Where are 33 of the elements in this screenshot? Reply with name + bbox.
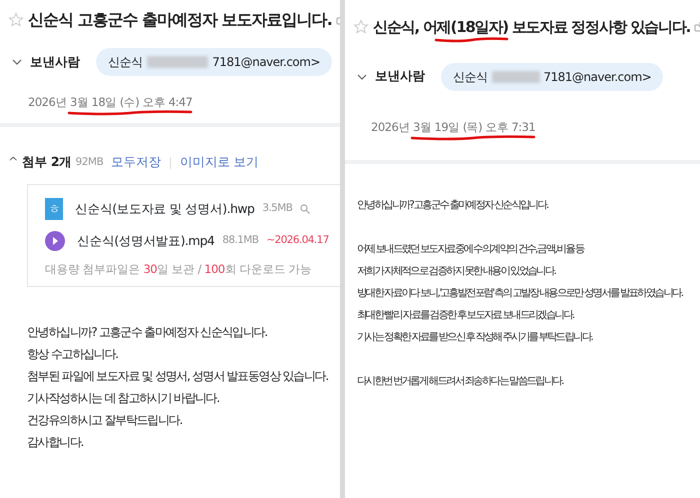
body-text-line: 건강유의하시고 잘부탁드립니다. [27,412,183,430]
file-name-link[interactable]: 신순식(성명서발표).mp4 [77,232,214,250]
sender-chip[interactable]: 신순식 7181@naver.com> [96,48,332,76]
email-subject: 신순식, 어제(18일자) 보도자료 정정사항 있습니다. [373,16,690,38]
file-size: 88.1MB [222,233,258,248]
attachment-count: 첨부 2개 [22,153,72,172]
storage-note: 대용량 첨부파일은 30일 보관 / 100회 다운로드 가능 [45,261,313,278]
email-date: 2026년 3월 18일 (수) 오후 4:47 [28,94,332,112]
save-all-link[interactable]: 모두저장 [111,153,162,172]
body-text-line: 항상 수고하십니다. [27,346,119,364]
email-subject: 신순식 고흥군수 출마예정자 보도자료입니다. [28,9,332,31]
file-size: 3.5MB [262,201,292,216]
body-text-line: 다시한번 번거롭게 해드려서 죄송하다는 말씀드립니다. [357,374,564,389]
caret-icon[interactable]: ^ [8,153,18,172]
body-text-line: 기사작성하시는 데 참고하시기 바랍니다. [27,390,220,408]
body-text-line: 저희가 자체적으로 검증하지 못한 내용이 있었습니다. [357,264,556,279]
document-file-icon: ㅎ [45,198,63,220]
sender-chip[interactable]: 신순식 7181@naver.com> [441,62,664,90]
email-date: 2026년 3월 19일 (목) 오후 7:31 [371,118,692,136]
body-text-line: 방대한 자료이다 보니, '고흥발전포럼' 측의 고발장 내용으로만 성명서를 발표하였습니다. [357,286,684,301]
attachment-size: 92MB [76,154,104,170]
file-name-link[interactable]: 신순식(보도자료 및 성명서).hwp [75,200,254,218]
body-text-line: 감사합니다. [27,434,84,452]
body-text-line: 기사는 정확한 자료를 받으신 후 작성해 주시기를 부탁드립니다. [357,330,594,345]
expiry-date: ~2026.04.17 [266,233,329,248]
body-text-line: 최대한 빨리 자료를 검증한 후 보도자료 보내드리겠습니다. [357,308,575,323]
sender-label: 보낸사람 [30,52,80,71]
view-as-image-link[interactable]: 이미지로 보기 [180,153,259,172]
sender-label: 보낸사람 [375,67,425,86]
body-text-line: 어제 보내드렸던 보도자료중에 수의계약의 건수, 금액, 비율 등 [357,242,586,257]
body-text-line: 안녕하십니까? 고흥군수 출마예정자 신순식입니다. [27,324,268,342]
body-text-line: 첨부된 파일에 보도자료 및 성명서, 성명서 발표동영상 있습니다. [27,368,329,386]
body-text-line: 안녕하십니까? 고흥군수 출마예정자 신순식입니다. [357,198,549,213]
